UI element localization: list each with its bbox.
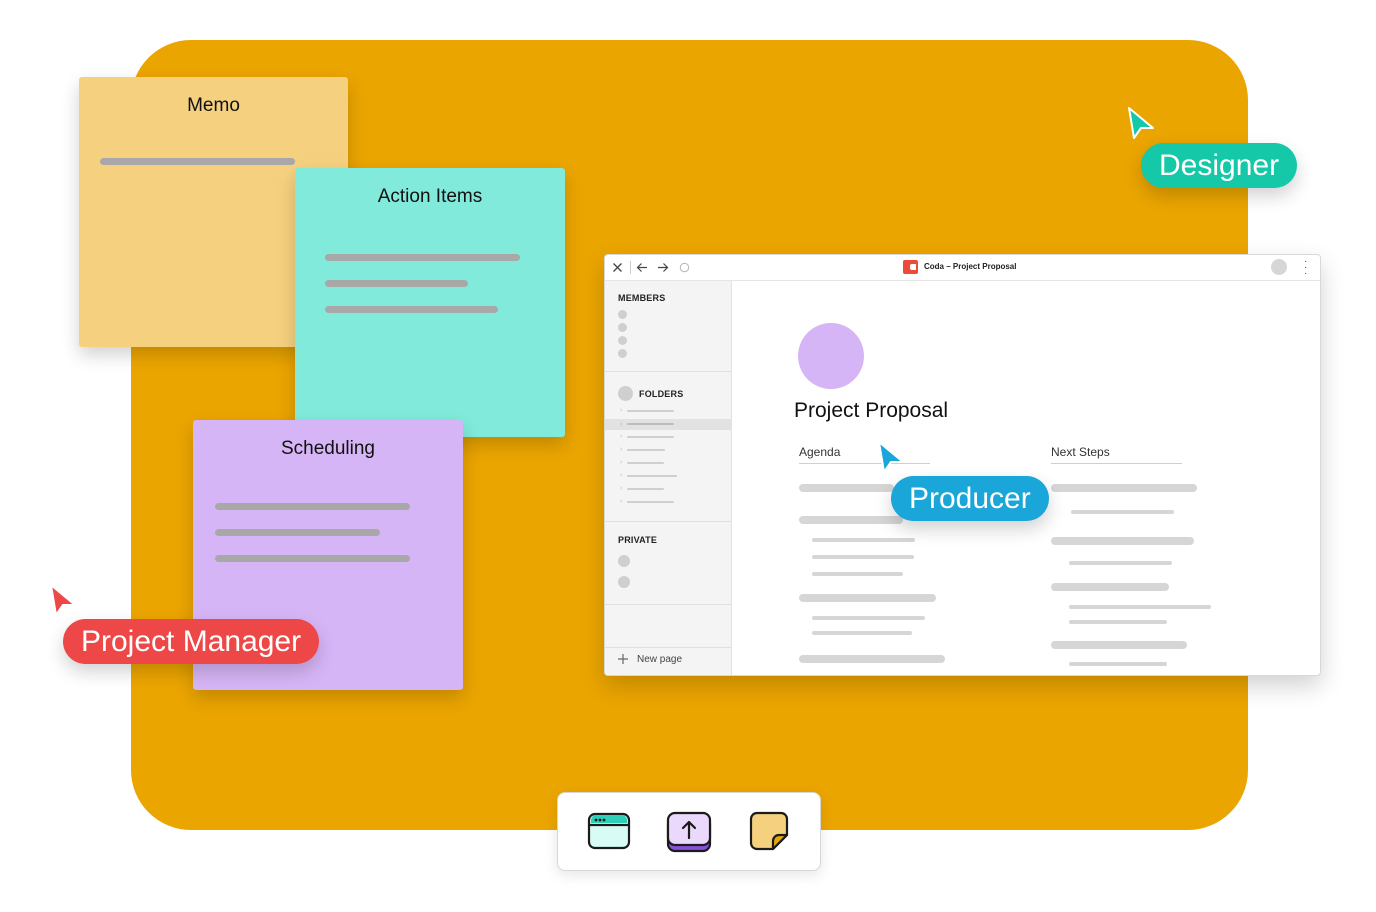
coda-logo-icon [903, 260, 918, 274]
topbar-divider [630, 261, 631, 274]
action-items-title: Action Items [377, 186, 483, 207]
upload-icon[interactable] [666, 811, 712, 853]
placeholder-line [1069, 662, 1167, 666]
next-steps-underline [1051, 463, 1182, 464]
placeholder-line [812, 538, 915, 542]
private-page-icon[interactable] [618, 555, 630, 567]
chevron-right-icon[interactable]: › [620, 433, 622, 440]
memo-line [100, 158, 295, 165]
scheduling-line [215, 529, 380, 536]
member-avatar[interactable] [618, 310, 627, 319]
member-avatar[interactable] [618, 336, 627, 345]
sidebar-divider [605, 604, 731, 605]
designer-cursor-icon [1128, 107, 1154, 139]
placeholder-line [812, 616, 925, 620]
placeholder-line [799, 594, 936, 602]
placeholder-line [812, 572, 903, 576]
chevron-right-icon[interactable]: › [620, 459, 622, 466]
new-page-button[interactable]: New page [637, 654, 682, 665]
folder-item[interactable] [627, 410, 674, 412]
agenda-underline [799, 463, 930, 464]
sidebar-divider [605, 371, 731, 372]
forward-arrow-icon[interactable] [657, 262, 669, 273]
scheduling-line [215, 503, 410, 510]
action-items-note[interactable]: Action Items [295, 168, 565, 437]
sidebar-divider [605, 521, 731, 522]
agenda-header: Agenda [799, 445, 841, 459]
next-steps-header: Next Steps [1051, 445, 1110, 459]
chevron-right-icon[interactable]: › [620, 498, 622, 505]
chevron-right-icon[interactable]: › [620, 485, 622, 492]
window-topbar: Coda – Project Proposal · · · [605, 255, 1320, 281]
reload-icon[interactable] [679, 262, 690, 273]
producer-cursor-icon [878, 441, 904, 473]
private-page-icon[interactable] [618, 576, 630, 588]
folder-icon [618, 386, 633, 401]
placeholder-line [812, 555, 914, 559]
scheduling-title: Scheduling [280, 438, 376, 459]
folder-item[interactable] [627, 475, 677, 477]
action-items-line [325, 280, 468, 287]
folders-label: FOLDERS [639, 389, 684, 399]
placeholder-line [1051, 484, 1197, 492]
doc-icon [798, 323, 864, 389]
avatar[interactable] [1271, 259, 1287, 275]
plus-icon[interactable] [617, 653, 629, 665]
action-items-line [325, 254, 520, 261]
folder-item[interactable] [627, 462, 664, 464]
more-options-icon[interactable]: · · · [1304, 257, 1307, 279]
project-manager-cursor-icon [50, 584, 76, 616]
placeholder-line [799, 516, 903, 524]
browser-window: Coda – Project Proposal · · · MEMBERS FOLD… [604, 254, 1321, 676]
placeholder-line [1051, 537, 1194, 545]
memo-title: Memo [187, 95, 240, 116]
window-title: Coda – Project Proposal [924, 262, 1017, 271]
folder-item-selected[interactable]: › [605, 419, 731, 430]
sticky-note-icon[interactable] [749, 811, 789, 851]
producer-cursor-label: Producer [891, 476, 1049, 521]
placeholder-line [1051, 641, 1187, 649]
action-items-line [325, 306, 498, 313]
members-label: MEMBERS [618, 293, 666, 303]
placeholder-line [799, 655, 945, 663]
project-manager-cursor-label: Project Manager [63, 619, 320, 664]
close-icon[interactable] [612, 262, 623, 273]
folder-item[interactable] [627, 488, 664, 490]
chevron-right-icon[interactable]: › [620, 407, 622, 414]
sidebar-divider [605, 647, 731, 648]
member-avatar[interactable] [618, 323, 627, 332]
browser-window-icon[interactable] [587, 811, 631, 851]
private-label: PRIVATE [618, 535, 658, 545]
placeholder-line [1069, 605, 1211, 609]
placeholder-line [1069, 561, 1172, 565]
placeholder-line [799, 484, 894, 492]
doc-title: Project Proposal [794, 399, 949, 422]
insert-toolbar [557, 792, 821, 871]
folder-item[interactable] [627, 449, 665, 451]
chevron-right-icon[interactable]: › [620, 472, 622, 479]
designer-cursor-label: Designer [1141, 143, 1298, 188]
member-avatar[interactable] [618, 349, 627, 358]
placeholder-line [1069, 620, 1167, 624]
placeholder-line [1071, 510, 1174, 514]
back-arrow-icon[interactable] [636, 262, 648, 273]
placeholder-line [1051, 583, 1169, 591]
placeholder-line [812, 631, 912, 635]
scheduling-line [215, 555, 410, 562]
chevron-right-icon[interactable]: › [620, 446, 622, 453]
folder-item[interactable] [627, 501, 674, 503]
folder-item[interactable] [627, 436, 674, 438]
sidebar: MEMBERS FOLDERS › › › › › › › › PRIVATE [605, 281, 732, 675]
